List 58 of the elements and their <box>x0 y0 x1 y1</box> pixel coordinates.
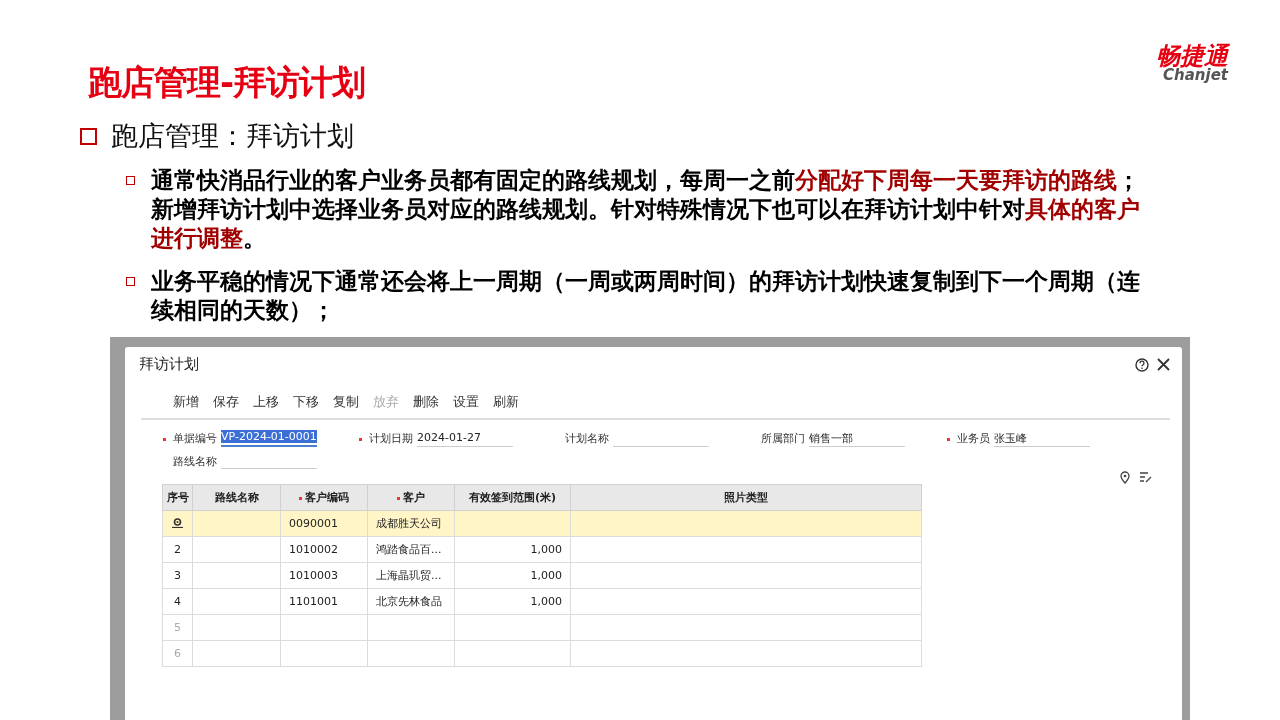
table-cell: 0090001 <box>289 517 338 530</box>
column-header: 客户编码 <box>280 484 368 511</box>
table-cell: 1,000 <box>530 595 562 608</box>
field-label: 计划名称 <box>565 431 609 446</box>
field-label: 所属部门 <box>761 431 805 446</box>
toolbar-button[interactable]: 新增 <box>173 394 199 411</box>
slide-title: 跑店管理-拜访计划 <box>88 61 366 104</box>
column-header: 照片类型 <box>570 484 922 511</box>
field-label: 业务员 <box>957 431 990 446</box>
table-cell: 1,000 <box>530 569 562 582</box>
table-cell: 1010002 <box>289 543 338 556</box>
table-cell: 北京先林食品 <box>376 595 442 608</box>
table-cell: 成都胜天公司 <box>376 517 442 530</box>
edit-list-icon[interactable] <box>1139 471 1152 483</box>
toolbar-button[interactable]: 复制 <box>333 394 359 411</box>
column-header: 有效签到范围(米) <box>454 484 571 511</box>
table-cell: 1010003 <box>289 569 338 582</box>
row-number: 6 <box>174 647 181 660</box>
table-cell: 1101001 <box>289 595 338 608</box>
field-label: 路线名称 <box>173 453 217 469</box>
row-number: 2 <box>174 543 181 556</box>
bullet-icon <box>80 127 97 145</box>
dialog-title: 拜访计划 <box>139 355 199 374</box>
toolbar-button[interactable]: 设置 <box>453 394 479 411</box>
logo-latin: Chanjet <box>1163 68 1228 83</box>
table-row[interactable]: 3 1010003 上海晶玑贸... 1,000 <box>162 562 922 589</box>
help-icon[interactable] <box>1135 357 1149 372</box>
input-field[interactable]: 销售一部 <box>809 430 905 447</box>
bullet-icon <box>126 176 135 185</box>
input-field[interactable]: 2024-01-27 <box>417 430 513 447</box>
close-icon[interactable] <box>1157 358 1170 371</box>
table-row[interactable]: 4 1101001 北京先林食品 1,000 <box>162 588 922 615</box>
table-row[interactable]: 2 1010002 鸿踏食品百... 1,000 <box>162 536 922 563</box>
location-pin-icon[interactable] <box>1119 471 1131 484</box>
row-number: 4 <box>174 595 181 608</box>
toolbar-button[interactable]: 下移 <box>293 394 319 411</box>
table-row[interactable]: 0090001 成都胜天公司 <box>162 510 922 537</box>
table-cell: 鸿踏食品百... <box>376 543 442 556</box>
toolbar-button[interactable]: 删除 <box>413 394 439 411</box>
toolbar-button[interactable]: 上移 <box>253 394 279 411</box>
field-label: 单据编号 <box>173 431 217 446</box>
toolbar-button[interactable]: 刷新 <box>493 394 519 411</box>
row-number: 5 <box>174 621 181 634</box>
section-heading: 跑店管理：拜访计划 <box>111 119 354 153</box>
logo-name: 畅捷通 <box>1156 44 1228 68</box>
row-number: 3 <box>174 569 181 582</box>
table-cell: 1,000 <box>530 543 562 556</box>
bullet-text: 通常快消品行业的客户业务员都有固定的路线规划，每周一之前分配好下周每一天要拜访的路线；新增拜访计划中选择业务员对应的路线规划。针对特殊情况下也可以在拜访计划中针对具体的客户进行调整。 <box>151 166 1140 253</box>
column-header: 客户 <box>367 484 455 511</box>
bullet-icon <box>126 277 135 286</box>
field-label: 计划日期 <box>369 431 413 446</box>
table-cell: 上海晶玑贸... <box>376 569 442 582</box>
bullet-text: 业务平稳的情况下通常还会将上一周期（一周或两周时间）的拜访计划快速复制到下一个周期（连续相同的天数）； <box>151 267 1140 325</box>
input-field[interactable]: 张玉峰 <box>994 430 1090 447</box>
toolbar-button[interactable]: 保存 <box>213 394 239 411</box>
column-header: 序号 <box>162 484 193 511</box>
column-header: 路线名称 <box>192 484 281 511</box>
gear-icon[interactable] <box>172 516 183 528</box>
